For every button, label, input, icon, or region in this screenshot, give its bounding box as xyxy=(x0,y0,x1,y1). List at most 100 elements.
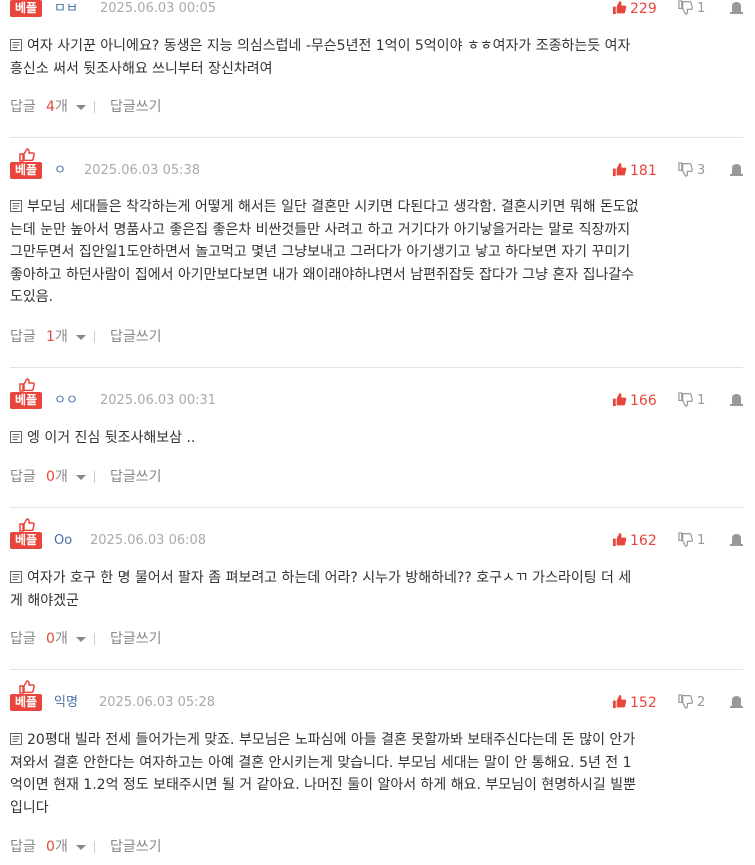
write-reply-link[interactable]: 답글쓰기 xyxy=(110,467,162,487)
best-badge: 베플 xyxy=(10,0,42,17)
report-icon[interactable] xyxy=(730,0,743,16)
comment-author[interactable]: ㅁㅂ xyxy=(54,0,78,17)
divider xyxy=(10,669,743,670)
comment-date: 2025.06.03 06:08 xyxy=(90,533,207,548)
reply-unit: 개 xyxy=(55,99,68,115)
upvote-button[interactable]: 152 xyxy=(612,694,678,712)
write-reply-link[interactable]: 답글쓰기 xyxy=(110,629,162,649)
comment-body: 여자 사기꾼 아니에요? 동생은 지능 의심스럽네 -무슨5년전 1억이 5억이… xyxy=(10,35,743,80)
divider xyxy=(94,841,95,853)
divider xyxy=(94,633,95,645)
thumbs-down-icon xyxy=(678,532,693,547)
best-badge-wrap: 베플 xyxy=(10,148,44,180)
report-icon[interactable] xyxy=(730,532,743,548)
upvote-count: 162 xyxy=(630,533,657,549)
thumbs-up-icon xyxy=(19,680,35,694)
downvote-count: 2 xyxy=(697,695,706,710)
best-badge-wrap: 베플 xyxy=(10,378,44,410)
reply-label[interactable]: 답글 xyxy=(10,467,36,487)
upvote-count: 166 xyxy=(630,393,657,409)
downvote-button[interactable]: 1 xyxy=(678,392,718,410)
downvote-button[interactable]: 1 xyxy=(678,0,718,18)
upvote-count: 152 xyxy=(630,695,657,711)
upvote-count: 229 xyxy=(630,1,657,17)
comment-author[interactable]: ㅇㅇ xyxy=(54,392,78,409)
upvote-button[interactable]: 181 xyxy=(612,162,678,180)
comment-line: 부모님 세대들은 착각하는게 어떻게 해서든 일단 결혼만 시키면 다된다고 생… xyxy=(27,199,639,215)
write-reply-link[interactable]: 답글쓰기 xyxy=(110,327,162,347)
upvote-count: 181 xyxy=(630,163,657,179)
upvote-button[interactable]: 166 xyxy=(612,392,678,410)
caret-down-icon[interactable] xyxy=(76,105,86,110)
reply-bar: 답글 0 개 답글쓰기 xyxy=(10,629,310,649)
comment-date: 2025.06.03 00:05 xyxy=(100,1,217,16)
thumbs-up-icon xyxy=(612,0,627,15)
report-icon[interactable] xyxy=(730,162,743,178)
reply-label[interactable]: 답글 xyxy=(10,629,36,649)
caret-down-icon[interactable] xyxy=(76,475,86,480)
comment-line: 억이면 현재 1.2억 정도 보태주시면 될 거 같아요. 나머진 둘이 알아서… xyxy=(10,777,636,793)
comment-line: 여자가 호구 한 명 물어서 팔자 좀 펴보려고 하는데 어라? 시누가 방해하… xyxy=(27,570,632,586)
comment-author[interactable]: ㅇ xyxy=(54,162,66,179)
downvote-button[interactable]: 1 xyxy=(678,532,718,550)
comment-meta: 베플 Oo 2025.06.03 06:08 162 1 xyxy=(10,518,743,550)
thumbs-up-icon xyxy=(612,392,627,407)
thumbs-down-icon xyxy=(678,0,693,15)
upvote-button[interactable]: 229 xyxy=(612,0,678,18)
reply-unit: 개 xyxy=(55,329,68,345)
reply-bar: 답글 0 개 답글쓰기 xyxy=(10,837,310,857)
document-icon xyxy=(10,200,22,212)
write-reply-link[interactable]: 답글쓰기 xyxy=(110,97,162,117)
thumbs-down-icon xyxy=(678,162,693,177)
best-badge: 베플 xyxy=(10,162,42,179)
reply-label[interactable]: 답글 xyxy=(10,837,36,857)
comment-line: 엥 이거 진심 뒷조사해보삼 .. xyxy=(27,430,196,446)
reply-bar: 답글 0 개 답글쓰기 xyxy=(10,467,310,487)
comment-author[interactable]: 익명 xyxy=(54,694,78,711)
divider xyxy=(10,507,743,508)
reply-count[interactable]: 0 xyxy=(46,629,55,649)
comment-body: 여자가 호구 한 명 물어서 팔자 좀 펴보려고 하는데 어라? 시누가 방해하… xyxy=(10,567,743,612)
comment-body: 20평대 빌라 전세 들어가는게 맞죠. 부모님은 노파심에 아들 결혼 못할까… xyxy=(10,729,743,819)
reply-count[interactable]: 0 xyxy=(46,837,55,857)
downvote-count: 1 xyxy=(697,533,706,548)
downvote-button[interactable]: 2 xyxy=(678,694,718,712)
comment-line: 그만두면서 집안일1도안하면서 놀고먹고 몇년 그냥보내고 그러다가 아기생기고… xyxy=(10,244,631,260)
thumbs-up-icon xyxy=(612,532,627,547)
caret-down-icon[interactable] xyxy=(76,335,86,340)
reply-count[interactable]: 1 xyxy=(46,327,55,347)
comment-line: 여자 사기꾼 아니에요? 동생은 지능 의심스럽네 -무슨5년전 1억이 5억이… xyxy=(27,38,631,54)
comment-list: 베플 ㅁㅂ 2025.06.03 00:05 229 1 여자 사기꾼 아니에요… xyxy=(0,0,755,865)
thumbs-down-icon xyxy=(678,392,693,407)
comment-author[interactable]: Oo xyxy=(54,532,72,549)
caret-down-icon[interactable] xyxy=(76,845,86,850)
thumbs-up-icon xyxy=(612,162,627,177)
best-badge: 베플 xyxy=(10,392,42,409)
reply-label[interactable]: 답글 xyxy=(10,327,36,347)
comment-meta: 베플 ㅇㅇ 2025.06.03 00:31 166 1 xyxy=(10,378,743,410)
reply-unit: 개 xyxy=(55,469,68,485)
comment-line: 입니다 xyxy=(10,799,49,816)
downvote-button[interactable]: 3 xyxy=(678,162,718,180)
best-badge-wrap: 베플 xyxy=(10,518,44,550)
best-badge: 베플 xyxy=(10,532,42,549)
divider xyxy=(10,367,743,368)
reply-bar: 답글 1 개 답글쓰기 xyxy=(10,327,310,347)
divider xyxy=(10,137,743,138)
comment-meta: 베플 ㅁㅂ 2025.06.03 00:05 229 1 xyxy=(10,0,743,18)
comment-line: 20평대 빌라 전세 들어가는게 맞죠. 부모님은 노파심에 아들 결혼 못할까… xyxy=(27,732,636,748)
reply-unit: 개 xyxy=(55,631,68,647)
reply-count[interactable]: 4 xyxy=(46,97,55,117)
comment-line: 흥신소 써서 뒷조사해요 쓰니부터 장신차려여 xyxy=(10,60,273,77)
write-reply-link[interactable]: 답글쓰기 xyxy=(110,837,162,857)
reply-label[interactable]: 답글 xyxy=(10,97,36,117)
caret-down-icon[interactable] xyxy=(76,637,86,642)
reply-count[interactable]: 0 xyxy=(46,467,55,487)
comment-line: 는데 눈만 높아서 명품사고 좋은집 좋은차 비싼것들만 사려고 하고 거기다가… xyxy=(10,221,631,238)
document-icon xyxy=(10,571,22,583)
upvote-button[interactable]: 162 xyxy=(612,532,678,550)
downvote-count: 1 xyxy=(697,1,706,16)
reply-bar: 답글 4 개 답글쓰기 xyxy=(10,97,310,117)
report-icon[interactable] xyxy=(730,694,743,710)
report-icon[interactable] xyxy=(730,392,743,408)
